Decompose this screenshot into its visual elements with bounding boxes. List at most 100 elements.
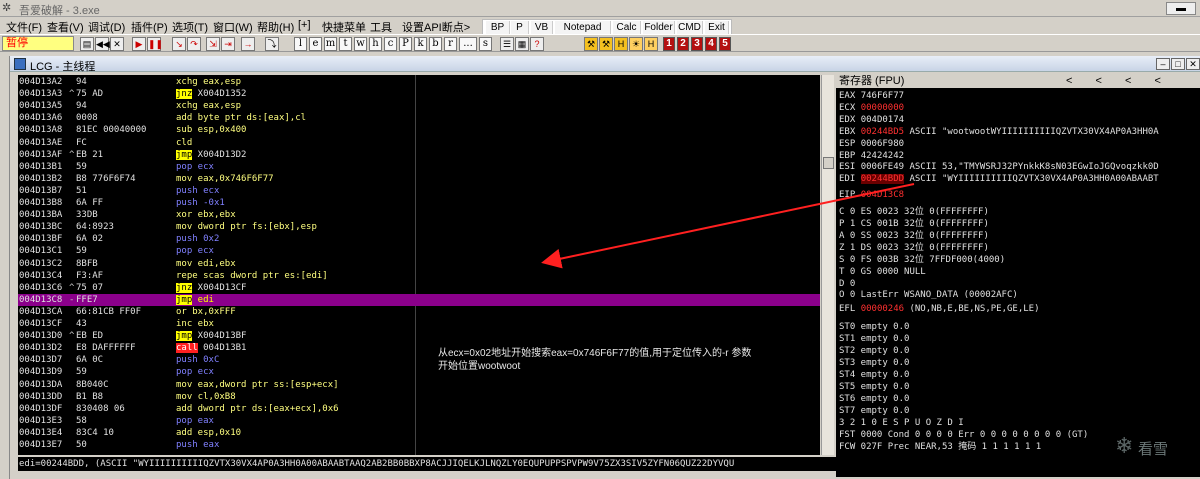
menu-quick[interactable]: 快捷菜单	[322, 19, 366, 35]
inner-close-icon[interactable]: ✕	[1186, 58, 1200, 70]
pause-icon[interactable]: ❚❚	[147, 37, 163, 51]
menu-view[interactable]: 查看(V)	[47, 19, 84, 35]
disasm-row[interactable]: 004D13CF 43 inc ebx	[18, 318, 820, 330]
disasm-row[interactable]: 004D13BA 33DB xor ebx,ebx	[18, 209, 820, 221]
flag-row[interactable]: O 0 LastErr WSANO_DATA (00002AFC)	[839, 290, 1199, 301]
inner-minimize-icon[interactable]: –	[1156, 58, 1170, 70]
fpu-st-register[interactable]: ST5 empty 0.0	[839, 382, 1199, 393]
disasm-row[interactable]: 004D13D0 ^ EB ED jmp X004D13BF	[18, 330, 820, 342]
grid-icon[interactable]: ▦	[515, 37, 529, 51]
disasm-row[interactable]: 004D13E3 58 pop eax	[18, 415, 820, 427]
disasm-row[interactable]: 004D13B1 59 pop ecx	[18, 161, 820, 173]
fpu-status-header[interactable]: 3 2 1 0 E S P U O Z D I	[839, 418, 1199, 429]
notepad-button[interactable]: Notepad	[555, 21, 611, 34]
plugin-3-button[interactable]: 3	[691, 37, 703, 51]
plugin-2-button[interactable]: 2	[677, 37, 689, 51]
register-ebp[interactable]: EBP 42424242	[839, 151, 1199, 162]
window-source-button[interactable]: s	[479, 37, 492, 51]
bp-button[interactable]: BP	[486, 21, 510, 34]
exit-button[interactable]: Exit	[705, 21, 729, 34]
registers-pane[interactable]: 寄存器 (FPU) < < < < < EAX 746F6F77 ECX 000…	[836, 75, 1200, 477]
trace-into-icon[interactable]: ⇲	[206, 37, 220, 51]
disasm-row[interactable]: 004D13C8- FFE7 jmp edi	[18, 293, 820, 306]
disasm-row[interactable]: 004D13AE FC cld	[18, 137, 820, 149]
register-esi[interactable]: ESI 0006FE49 ASCII 53,"TMYWSRJ32PYnkkK8s…	[839, 162, 1199, 173]
disasm-row[interactable]: 004D13C4 F3:AF repe scas dword ptr es:[edi…	[18, 270, 820, 282]
disasm-row[interactable]: 004D13A2 94 xchg eax,esp	[18, 76, 820, 88]
goto-icon[interactable]: ⤵	[265, 37, 279, 51]
menu-api-breakpoint[interactable]: 设置API断点>	[402, 19, 470, 35]
menu-plugins[interactable]: 插件(P)	[131, 19, 168, 35]
help-icon[interactable]: ?	[530, 37, 544, 51]
disasm-row[interactable]: 004D13E7 50 push eax	[18, 439, 820, 451]
menu-debug[interactable]: 调试(D)	[88, 19, 125, 35]
disasm-row[interactable]: 004D13E4 83C4 10 add esp,0x10	[18, 427, 820, 439]
sun-icon[interactable]: ☀	[629, 37, 643, 51]
plugin-4-button[interactable]: 4	[705, 37, 717, 51]
register-eax[interactable]: EAX 746F6F77	[839, 91, 1199, 102]
disasm-row[interactable]: 004D13C1 59 pop ecx	[18, 245, 820, 257]
flag-row[interactable]: C 0 ES 0023 32位 0(FFFFFFFF)	[839, 207, 1199, 218]
hw-icon[interactable]: H	[644, 37, 658, 51]
menu-file[interactable]: 文件(F)	[6, 19, 42, 35]
register-ecx[interactable]: ECX 00000000	[839, 103, 1199, 114]
plugin-1-button[interactable]: 1	[663, 37, 675, 51]
disasm-row[interactable]: 004D13C6 ^ 75 07 jnz X004D13CF	[18, 282, 820, 294]
window-runtrace-button[interactable]: ...	[459, 37, 477, 51]
window-breakpoints-button[interactable]: b	[429, 37, 442, 51]
menu-window[interactable]: 窗口(W)	[213, 19, 253, 35]
fpu-st-register[interactable]: ST4 empty 0.0	[839, 370, 1199, 381]
menu-tools[interactable]: 工具	[370, 19, 392, 35]
fpu-st-register[interactable]: ST1 empty 0.0	[839, 334, 1199, 345]
window-threads-button[interactable]: t	[339, 37, 352, 51]
execute-till-return-icon[interactable]: →	[241, 37, 255, 51]
step-into-icon[interactable]: ↘	[172, 37, 186, 51]
register-ebx[interactable]: EBX 00244BD5 ASCII "wootwootWYIIIIIIIIII…	[839, 127, 1199, 138]
register-efl[interactable]: EFL 00000246 (NO,NB,E,BE,NS,PE,GE,LE)	[839, 304, 1199, 315]
p-button[interactable]: P	[511, 21, 529, 34]
disasm-row[interactable]: 004D13A5 94 xchg eax,esp	[18, 100, 820, 112]
trace-over-icon[interactable]: ⇥	[221, 37, 235, 51]
open-icon[interactable]: ▤	[80, 37, 94, 51]
register-eip[interactable]: EIP 004D13C8	[839, 190, 1199, 201]
disasm-row[interactable]: 004D13CA 66:81CB FF0F or bx,0xFFF	[18, 306, 820, 318]
plugin-5-button[interactable]: 5	[719, 37, 731, 51]
register-esp[interactable]: ESP 0006F980	[839, 139, 1199, 150]
fpu-st-register[interactable]: ST3 empty 0.0	[839, 358, 1199, 369]
fpu-st-register[interactable]: ST0 empty 0.0	[839, 322, 1199, 333]
disasm-row[interactable]: 004D13DA 8B040C mov eax,dword ptr ss:[esp+…	[18, 379, 820, 391]
hbp-icon[interactable]: H	[614, 37, 628, 51]
run-icon[interactable]: ▶	[132, 37, 146, 51]
disassembly-scrollbar[interactable]	[821, 75, 834, 455]
registers-header[interactable]: 寄存器 (FPU) < < < < <	[836, 75, 1200, 100]
menu-options[interactable]: 选项(T)	[172, 19, 208, 35]
inner-maximize-icon[interactable]: □	[1171, 58, 1185, 70]
flag-row[interactable]: A 0 SS 0023 32位 0(FFFFFFFF)	[839, 231, 1199, 242]
fpu-st-register[interactable]: ST6 empty 0.0	[839, 394, 1199, 405]
plugin-a-icon[interactable]: ⚒	[584, 37, 598, 51]
disasm-row[interactable]: 004D13BC 64:8923 mov dword ptr fs:[ebx],es…	[18, 221, 820, 233]
plugin-b-icon[interactable]: ⚒	[599, 37, 613, 51]
window-memory-button[interactable]: m	[324, 37, 337, 51]
disasm-row[interactable]: 004D13A3 ^ 75 AD jnz X004D1352	[18, 88, 820, 100]
menu-help[interactable]: 帮助(H)	[257, 19, 294, 35]
window-callstack-button[interactable]: k	[414, 37, 427, 51]
scrollbar-thumb[interactable]	[823, 157, 834, 169]
flag-row[interactable]: P 1 CS 001B 32位 0(FFFFFFFF)	[839, 219, 1199, 230]
flag-row[interactable]: T 0 GS 0000 NULL	[839, 267, 1199, 278]
disasm-row[interactable]: 004D13B2 B8 776F6F74 mov eax,0x746F6F77	[18, 173, 820, 185]
disasm-row[interactable]: 004D13B7 51 push ecx	[18, 185, 820, 197]
flag-row[interactable]: D 0	[839, 279, 1199, 290]
list-icon[interactable]: ☰	[500, 37, 514, 51]
cmd-button[interactable]: CMD	[677, 21, 703, 34]
folder-button[interactable]: Folder	[643, 21, 675, 34]
window-log-button[interactable]: l	[294, 37, 307, 51]
disasm-row[interactable]: 004D13A8 81EC 00040000 sub esp,0x400	[18, 124, 820, 136]
disasm-row[interactable]: 004D13DF 830408 06 add dword ptr ds:[eax+e…	[18, 403, 820, 415]
flag-row[interactable]: Z 1 DS 0023 32位 0(FFFFFFFF)	[839, 243, 1199, 254]
window-windows-button[interactable]: w	[354, 37, 367, 51]
calc-button[interactable]: Calc	[613, 21, 641, 34]
register-edi[interactable]: EDI 00244BDD ASCII "WYIIIIIIIIIIQZVTX30V…	[839, 174, 1199, 185]
vb-button[interactable]: VB	[531, 21, 553, 34]
window-patches-button[interactable]: P	[399, 37, 412, 51]
